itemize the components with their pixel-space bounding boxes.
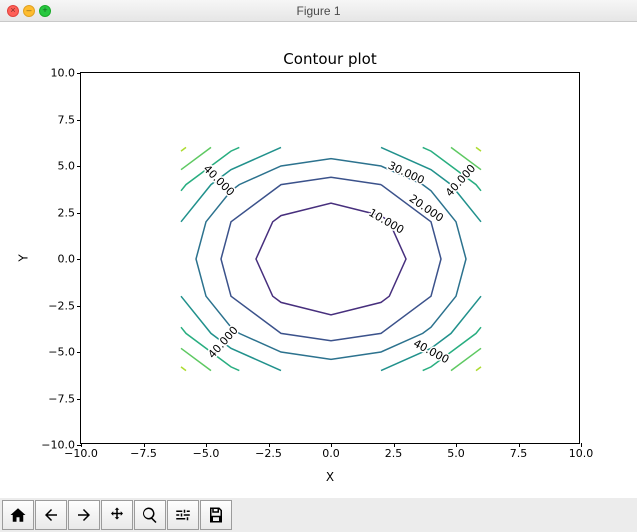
x-tick: −5.0 — [193, 447, 220, 460]
contour-line — [181, 367, 186, 371]
zoom-window-button[interactable]: + — [39, 5, 51, 17]
zoom-button[interactable] — [134, 500, 166, 530]
y-tick: 0.0 — [58, 253, 76, 266]
contour-svg: 10.00020.00030.00040.00040.00040.00040.0… — [81, 73, 581, 445]
y-tick: −2.5 — [48, 299, 75, 312]
x-axis-label: X — [80, 470, 580, 484]
contour-label: 40.000 — [411, 337, 451, 367]
home-button[interactable] — [2, 500, 34, 530]
move-icon — [108, 506, 126, 524]
x-tick: 0.0 — [322, 447, 340, 460]
x-tick: 5.0 — [447, 447, 465, 460]
contour-label: 30.000 — [386, 159, 426, 187]
y-axis-label: Y — [20, 72, 27, 444]
contour-line — [451, 348, 481, 370]
y-tick: −5.0 — [48, 346, 75, 359]
contour-label: 40.000 — [201, 162, 237, 198]
x-tick: −7.5 — [130, 447, 157, 460]
figure-canvas[interactable]: Contour plot Y X 10.00020.00030.00040.00… — [0, 22, 637, 498]
toolbar — [0, 498, 637, 532]
contour-line — [181, 147, 186, 151]
configure-button[interactable] — [167, 500, 199, 530]
back-button[interactable] — [35, 500, 67, 530]
pan-button[interactable] — [101, 500, 133, 530]
x-tick: 2.5 — [385, 447, 403, 460]
y-tick: −10.0 — [41, 439, 75, 452]
contour-label: 10.000 — [366, 206, 406, 237]
arrow-left-icon — [42, 506, 60, 524]
chart-title: Contour plot — [80, 50, 580, 68]
y-tick: 10.0 — [51, 67, 76, 80]
minimize-window-button[interactable]: – — [23, 5, 35, 17]
x-tick: 7.5 — [510, 447, 528, 460]
x-tick: −2.5 — [255, 447, 282, 460]
home-icon — [9, 506, 27, 524]
contour-line — [476, 147, 481, 151]
y-tick: −7.5 — [48, 392, 75, 405]
sliders-icon — [174, 506, 192, 524]
x-tick: 10.0 — [569, 447, 594, 460]
save-button[interactable] — [200, 500, 232, 530]
zoom-icon — [141, 506, 159, 524]
save-icon — [207, 506, 225, 524]
window-titlebar: × – + Figure 1 — [0, 0, 637, 22]
contour-line — [476, 367, 481, 371]
y-tick: 7.5 — [58, 113, 76, 126]
forward-button[interactable] — [68, 500, 100, 530]
y-tick: 5.0 — [58, 160, 76, 173]
window-title: Figure 1 — [0, 4, 637, 18]
contour-label: 40.000 — [205, 324, 240, 361]
contour-label: 40.000 — [443, 162, 478, 199]
arrow-right-icon — [75, 506, 93, 524]
close-window-button[interactable]: × — [7, 5, 19, 17]
traffic-lights: × – + — [7, 5, 51, 17]
y-tick: 2.5 — [58, 206, 76, 219]
plot-area[interactable]: 10.00020.00030.00040.00040.00040.00040.0… — [80, 72, 580, 444]
